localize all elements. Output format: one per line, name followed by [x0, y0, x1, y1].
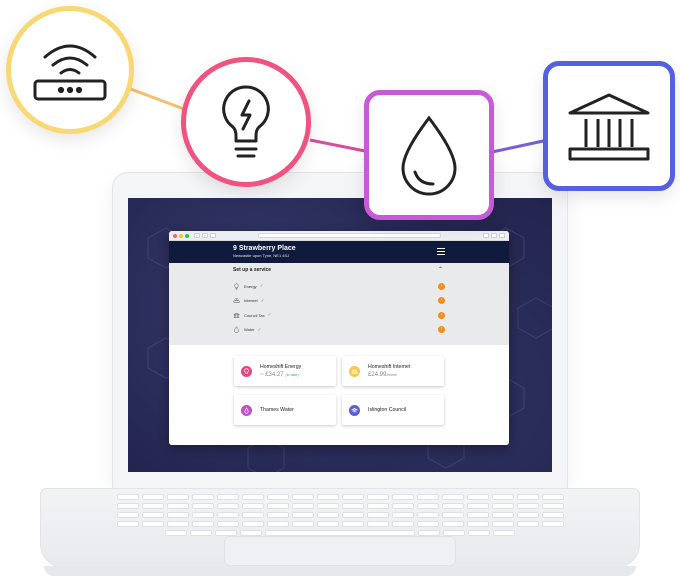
lightbulb-icon	[234, 283, 239, 290]
bank-icon	[351, 407, 358, 412]
card-price-unit: /month	[386, 372, 398, 377]
water-drop-icon	[244, 406, 249, 414]
laptop-foot	[44, 566, 636, 576]
minimize-window-button[interactable]	[179, 233, 183, 238]
lightbulb-icon	[244, 367, 249, 374]
property-header: 9 Strawberry Place Newcastle upon Tyne, …	[169, 241, 509, 263]
chevron-right-icon[interactable]: ›	[438, 297, 445, 305]
check-icon: ✓	[260, 297, 265, 303]
service-cards: Homeshift Energy ~ £34.27 (to date) Homes…	[169, 345, 509, 445]
service-label: Council Tax	[244, 312, 265, 318]
chevron-right-icon[interactable]: ›	[438, 311, 445, 319]
card-price: ~ £34.27	[260, 371, 284, 378]
lightbulb-bubble	[181, 57, 311, 187]
bank-icon	[233, 312, 240, 318]
tabs-icon[interactable]	[491, 233, 497, 238]
browser-toolbar: ‹ ›	[169, 231, 509, 241]
service-label: Internet	[244, 298, 258, 304]
water-drop-icon	[401, 115, 457, 196]
service-label: Water	[244, 327, 255, 333]
card-title: Homeshift Energy	[260, 363, 302, 370]
trackpad	[224, 536, 456, 566]
bank-icon	[568, 93, 650, 161]
close-window-button[interactable]	[173, 233, 177, 238]
card-homeshift-internet[interactable]: Homeshift Internet £24.99/month	[342, 356, 444, 386]
browser-window: ‹ › 9 Strawberry Place Newcastle upon Ty…	[169, 231, 509, 445]
back-button[interactable]: ‹	[194, 233, 200, 238]
address-title: 9 Strawberry Place	[233, 245, 296, 252]
hamburger-menu-icon[interactable]	[437, 248, 445, 255]
router-icon	[351, 369, 358, 374]
card-title: Islington Council	[368, 406, 407, 413]
chevron-up-icon[interactable]: ⌃	[438, 266, 443, 273]
forward-button[interactable]: ›	[202, 233, 208, 238]
setup-title: Set up a service	[233, 267, 272, 273]
service-row-internet[interactable]: Internet ✓ ›	[233, 294, 445, 309]
router-icon	[233, 298, 240, 304]
router-icon	[33, 44, 107, 101]
service-row-council-tax[interactable]: Council Tax ✓ ›	[233, 308, 445, 323]
water-bubble	[364, 90, 494, 220]
lightbulb-icon	[222, 85, 270, 158]
chevron-right-icon[interactable]: ›	[438, 326, 445, 334]
setup-panel: Set up a service ⌃ Energy ✓ › Internet ✓…	[169, 263, 509, 345]
address-subtitle: Newcastle upon Tyne, NE1 4SJ	[233, 253, 290, 258]
internet-badge	[349, 365, 360, 377]
router-bubble	[6, 6, 134, 134]
card-price-note: (to date)	[285, 372, 299, 377]
card-title: Homeshift Internet	[368, 363, 411, 370]
water-badge	[241, 404, 252, 416]
check-icon: ✓	[257, 326, 262, 332]
check-icon: ✓	[259, 283, 264, 289]
card-islington-council[interactable]: Islington Council	[342, 395, 444, 425]
check-icon: ✓	[267, 312, 272, 318]
card-title: Thames Water	[260, 406, 294, 413]
chevron-right-icon[interactable]: ›	[438, 282, 445, 290]
sidebar-toggle-icon[interactable]	[210, 233, 216, 238]
maximize-window-button[interactable]	[185, 233, 189, 238]
settings-icon[interactable]	[499, 233, 505, 238]
energy-badge	[241, 365, 252, 377]
bank-bubble	[543, 61, 675, 191]
card-homeshift-energy[interactable]: Homeshift Energy ~ £34.27 (to date)	[234, 356, 336, 386]
service-row-energy[interactable]: Energy ✓ ›	[233, 279, 445, 294]
council-badge	[349, 404, 360, 416]
share-icon[interactable]	[483, 233, 489, 238]
card-thames-water[interactable]: Thames Water	[234, 395, 336, 425]
service-row-water[interactable]: Water ✓ ›	[233, 323, 445, 338]
address-bar[interactable]	[258, 233, 441, 238]
keyboard	[86, 494, 594, 536]
service-label: Energy	[244, 283, 257, 289]
card-price: £24.99	[368, 371, 387, 378]
water-drop-icon	[234, 326, 239, 334]
